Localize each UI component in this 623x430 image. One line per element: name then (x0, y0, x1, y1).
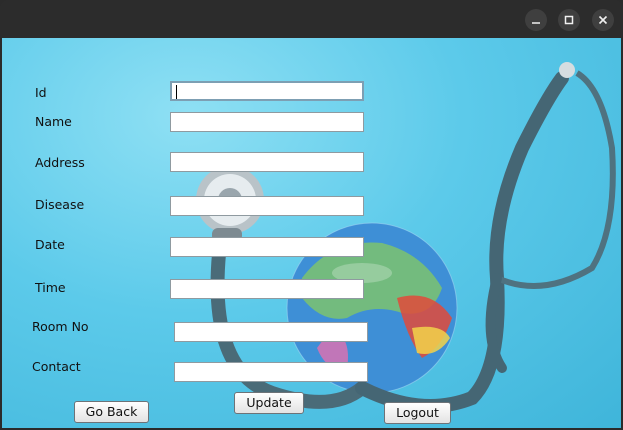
update-button[interactable]: Update (234, 392, 304, 414)
title-bar[interactable] (0, 0, 623, 38)
disease-input[interactable] (170, 196, 364, 216)
logout-button[interactable]: Logout (384, 402, 451, 424)
text-caret (176, 85, 177, 99)
id-input[interactable] (170, 81, 364, 101)
contact-label: Contact (32, 359, 81, 374)
close-icon (598, 15, 608, 25)
contact-input[interactable] (174, 362, 368, 382)
date-label: Date (35, 237, 65, 252)
minimize-button[interactable] (525, 9, 547, 31)
time-label: Time (35, 280, 66, 295)
name-input[interactable] (170, 112, 364, 132)
room-no-input[interactable] (174, 322, 368, 342)
close-button[interactable] (592, 9, 614, 31)
go-back-button[interactable]: Go Back (74, 401, 149, 423)
id-label: Id (35, 85, 47, 100)
room-no-label: Room No (32, 319, 89, 334)
disease-label: Disease (35, 197, 85, 212)
address-input[interactable] (170, 152, 364, 172)
app-window: Id Name Address Disease Date Time Room N… (0, 0, 623, 430)
time-input[interactable] (170, 279, 364, 299)
name-label: Name (35, 114, 72, 129)
maximize-button[interactable] (558, 9, 580, 31)
form-panel: Id Name Address Disease Date Time Room N… (2, 38, 621, 428)
address-label: Address (35, 155, 85, 170)
maximize-icon (564, 15, 574, 25)
minimize-icon (532, 22, 540, 24)
date-input[interactable] (170, 237, 364, 257)
